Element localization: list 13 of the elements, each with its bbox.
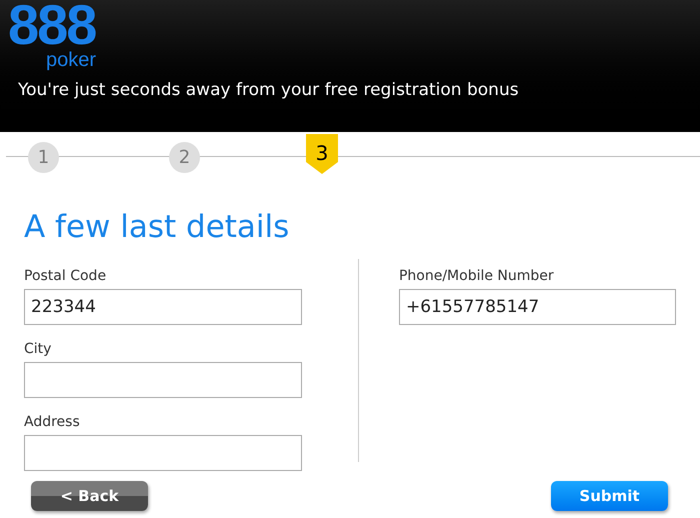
logo: 888 poker — [8, 0, 97, 70]
input-field[interactable] — [24, 435, 302, 471]
field-label: Phone/Mobile Number — [398, 267, 555, 285]
field-label: Postal Code — [24, 267, 108, 285]
field-label: City — [24, 340, 52, 358]
input-field[interactable]: +61557785147 — [398, 289, 676, 325]
step-marker: 3 — [306, 134, 338, 174]
input-field[interactable]: 223344 — [24, 289, 302, 325]
back-button[interactable]: < Back — [31, 481, 148, 511]
tagline: You're just seconds away from your free registration bonus — [18, 79, 520, 102]
field-label: Address — [24, 413, 81, 431]
input-field[interactable] — [24, 362, 302, 398]
page-heading: A few last details — [24, 208, 290, 247]
